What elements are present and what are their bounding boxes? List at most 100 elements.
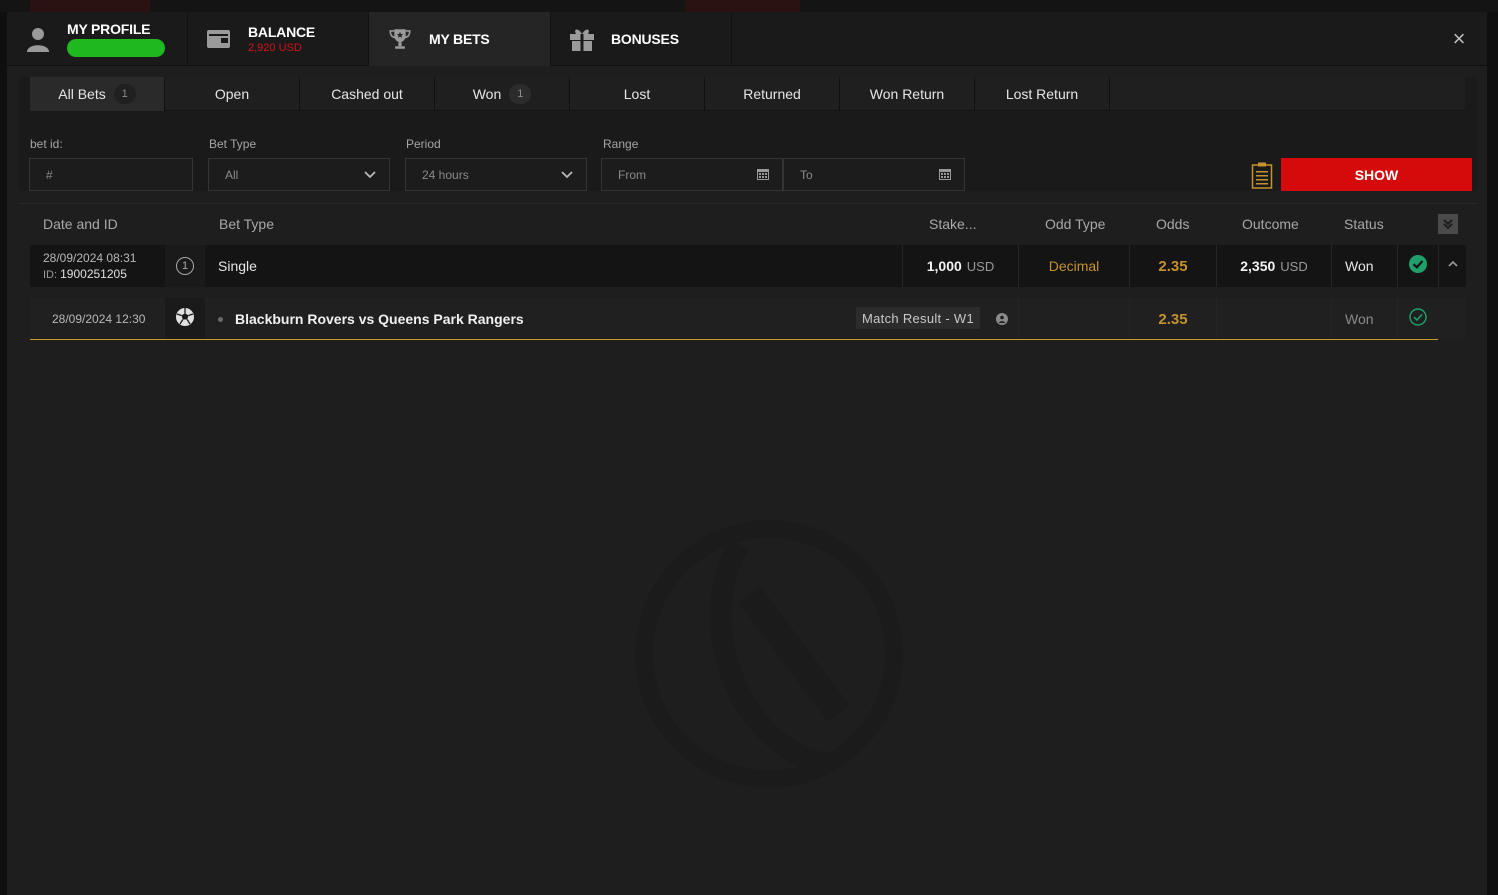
my-bets-modal: MY PROFILE BALANCE 2,920 USD MY BETS BON… xyxy=(7,12,1487,895)
chevron-up-icon xyxy=(1447,257,1459,275)
selection-status-value: Won xyxy=(1345,311,1374,327)
calendar-icon[interactable] xyxy=(938,167,952,184)
range-label: Range xyxy=(603,137,639,151)
info-icon[interactable] xyxy=(992,298,1012,340)
stake-amount: 1,000 xyxy=(926,258,962,274)
subtab-all-bets[interactable]: All Bets 1 xyxy=(30,77,165,111)
tab-balance[interactable]: BALANCE 2,920 USD xyxy=(188,12,369,66)
odd-type-value: Decimal xyxy=(1048,258,1100,274)
table-row[interactable]: 28/09/2024 08:31 ID: 1900251205 1 Single… xyxy=(30,245,1466,287)
bet-id-prefix: ID: xyxy=(43,269,58,281)
subtab-won-return[interactable]: Won Return xyxy=(840,77,975,111)
bet-type-value: Single xyxy=(218,258,257,274)
subtab-cashed-out[interactable]: Cashed out xyxy=(300,77,435,111)
gift-icon xyxy=(569,26,595,52)
selection-count-cell: 1 xyxy=(165,245,205,287)
range-to-input[interactable]: To xyxy=(783,158,965,191)
odd-type-cell: Decimal xyxy=(1018,245,1129,287)
selection-status-icon-cell xyxy=(1397,298,1438,340)
selection-divider xyxy=(30,339,1438,340)
outcome-amount: 2,350 xyxy=(1240,258,1276,274)
subtab-label: All Bets xyxy=(58,86,106,102)
sport-icon-cell xyxy=(165,298,205,340)
profile-name-redaction xyxy=(67,39,165,57)
range-from-input[interactable]: From xyxy=(601,158,783,191)
tab-label: MY PROFILE xyxy=(67,21,151,37)
subtab-won[interactable]: Won 1 xyxy=(435,77,570,111)
bet-id-input[interactable]: # xyxy=(29,158,193,191)
account-tabs: MY PROFILE BALANCE 2,920 USD MY BETS BON… xyxy=(7,12,1487,66)
selection-event-cell: Blackburn Rovers vs Queens Park Rangers xyxy=(218,298,524,340)
selection-datetime: 28/09/2024 12:30 xyxy=(52,312,146,326)
period-value: 24 hours xyxy=(422,167,469,182)
check-circle-icon xyxy=(1409,254,1427,278)
stake-cell: 1,000 USD xyxy=(902,245,1018,287)
status-value: Won xyxy=(1345,258,1374,274)
table-row[interactable]: 28/09/2024 12:30 Blackburn Rovers vs Que… xyxy=(30,298,1466,340)
subtab-open[interactable]: Open xyxy=(165,77,300,111)
trophy-icon xyxy=(387,26,413,52)
status-icon-cell xyxy=(1397,245,1438,287)
bet-id-value: 1900251205 xyxy=(60,267,127,281)
bet-date-id: 28/09/2024 08:31 ID: 1900251205 xyxy=(30,245,165,287)
selection-odd-type-cell xyxy=(1018,298,1129,340)
bet-filters: All Bets 1 Open Cashed out Won 1 Lost Re… xyxy=(19,77,1477,191)
subtab-label: Lost xyxy=(623,86,651,102)
close-icon[interactable]: × xyxy=(1449,28,1469,50)
subtab-label: Won Return xyxy=(869,86,945,102)
bullet-dot xyxy=(218,316,223,322)
calendar-icon[interactable] xyxy=(756,167,770,184)
subtab-returned[interactable]: Returned xyxy=(705,77,840,111)
background-mark xyxy=(30,0,150,12)
selection-odds-value: 2.35 xyxy=(1158,310,1188,328)
subtab-label: Won xyxy=(472,86,502,102)
expand-toggle[interactable] xyxy=(1438,245,1466,287)
bet-type-label: Bet Type xyxy=(209,137,257,151)
balance-amount: 2,920 USD xyxy=(248,42,302,54)
selection-date-cell: 28/09/2024 12:30 xyxy=(52,298,145,340)
tab-bonuses[interactable]: BONUSES xyxy=(551,12,732,66)
user-icon xyxy=(25,26,51,52)
bet-id-line: ID: 1900251205 xyxy=(43,267,127,281)
bet-status-tabs: All Bets 1 Open Cashed out Won 1 Lost Re… xyxy=(30,77,1465,111)
bet-type-cell: Single xyxy=(218,245,257,287)
bet-id-label: bet id: xyxy=(30,137,63,151)
clipboard-icon[interactable] xyxy=(1251,161,1273,189)
subtab-label: Lost Return xyxy=(1005,86,1079,102)
bet-id-placeholder: # xyxy=(46,167,53,182)
bet-datetime: 28/09/2024 08:31 xyxy=(43,251,137,265)
subtab-label: Cashed out xyxy=(331,86,403,102)
range-from-placeholder: From xyxy=(618,167,646,182)
odds-value: 2.35 xyxy=(1158,257,1188,275)
match-name: Blackburn Rovers vs Queens Park Rangers xyxy=(235,311,524,327)
selection-count: 1 xyxy=(176,257,194,275)
subtab-lost-return[interactable]: Lost Return xyxy=(975,77,1110,111)
header-bet-type: Bet Type xyxy=(219,216,275,232)
status-cell: Won xyxy=(1331,245,1397,287)
background-mark xyxy=(685,0,800,12)
show-button[interactable]: SHOW xyxy=(1281,158,1472,191)
range-to-placeholder: To xyxy=(800,167,813,182)
bets-table: Date and ID Bet Type Stake... Odd Type O… xyxy=(19,203,1477,895)
soccer-ball-icon xyxy=(175,307,195,332)
header-status: Status xyxy=(1344,216,1384,232)
header-odds: Odds xyxy=(1156,216,1190,232)
outcome-cell: 2,350 USD xyxy=(1216,245,1331,287)
tab-my-bets[interactable]: MY BETS xyxy=(369,12,551,66)
collapse-all-icon[interactable] xyxy=(1438,214,1458,234)
tab-label: BONUSES xyxy=(611,31,679,47)
wallet-icon xyxy=(206,26,232,52)
subtab-lost[interactable]: Lost xyxy=(570,77,705,111)
header-odd-type: Odd Type xyxy=(1045,216,1106,232)
bet-type-select[interactable]: All xyxy=(208,158,390,191)
count-badge: 1 xyxy=(113,84,136,104)
selection-outcome-cell xyxy=(1216,298,1331,340)
outcome-currency: USD xyxy=(1280,258,1308,274)
chevron-down-icon xyxy=(560,167,574,184)
tab-my-profile[interactable]: MY PROFILE xyxy=(7,12,188,66)
header-date-id: Date and ID xyxy=(43,216,118,232)
period-select[interactable]: 24 hours xyxy=(405,158,587,191)
chevron-down-icon xyxy=(363,167,377,184)
check-circle-outline-icon xyxy=(1409,307,1427,331)
watermark-logo-icon xyxy=(629,514,909,794)
